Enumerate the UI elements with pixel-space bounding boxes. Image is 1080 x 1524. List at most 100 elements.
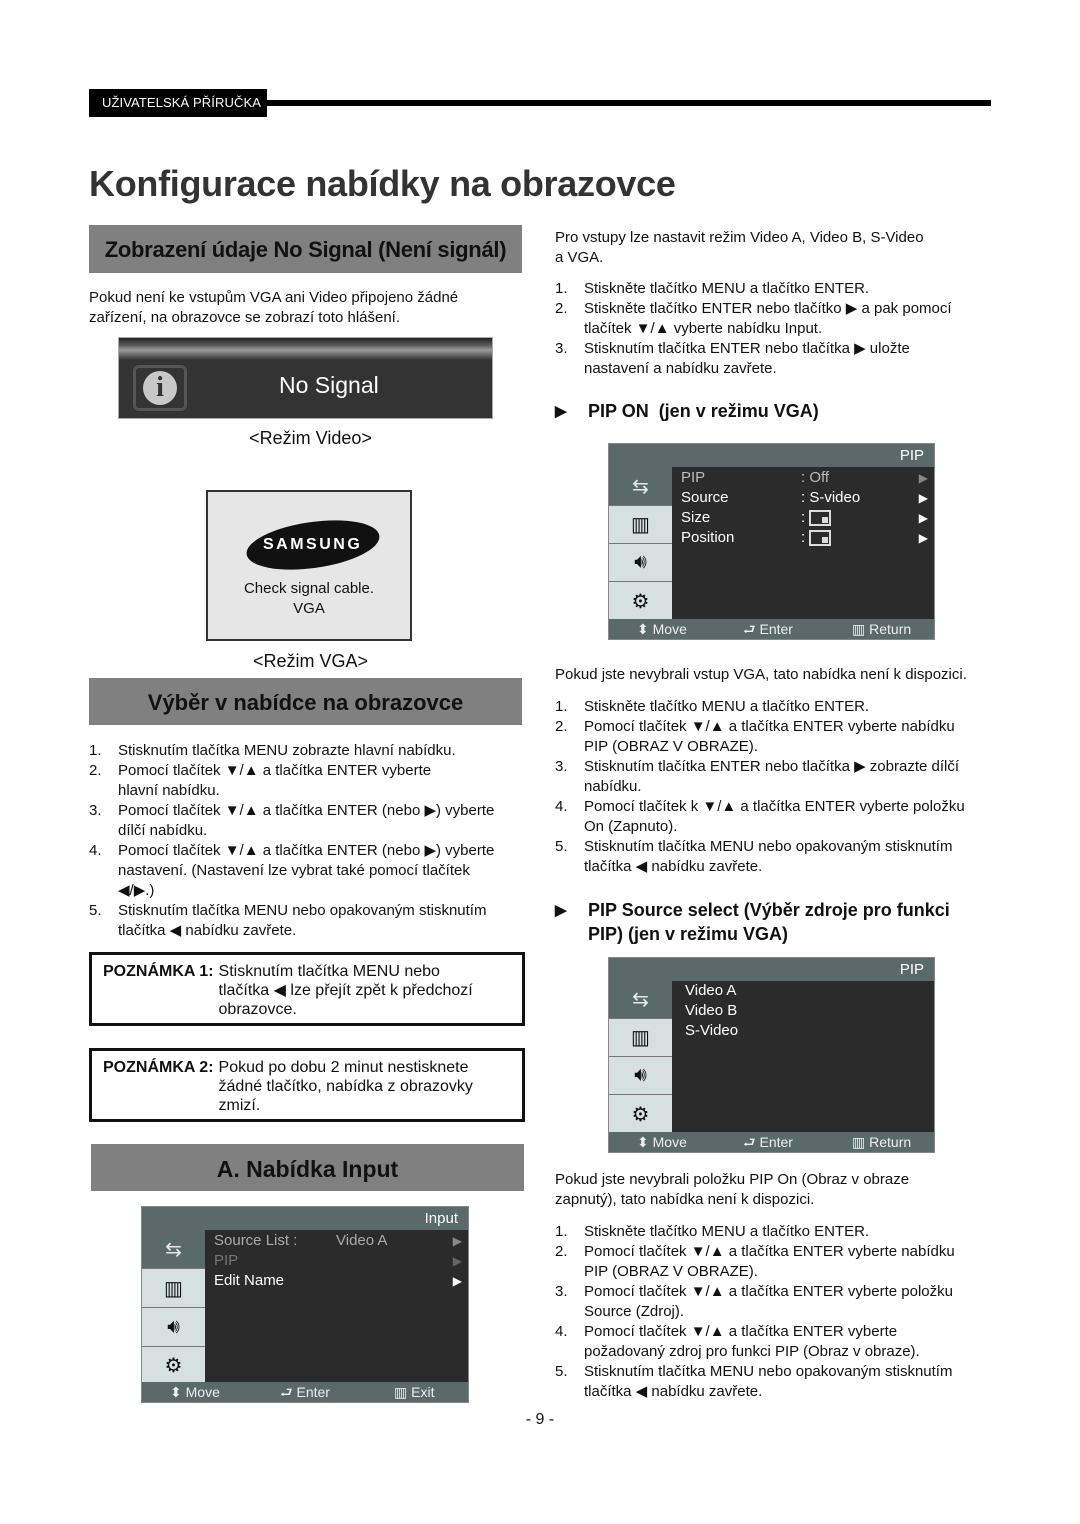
chevron-right-icon[interactable]: ▶ bbox=[919, 471, 928, 485]
note-line: tlačítka ◀ lze přejít zpět k předchozí bbox=[218, 982, 473, 999]
sound-icon[interactable]: 🔊︎ bbox=[609, 1057, 672, 1095]
pip-on-steps: 1. Stiskněte tlačítko MENU a tlačítko ENT… bbox=[555, 697, 995, 877]
step-text: ◀/▶.) bbox=[118, 882, 155, 899]
step-text: Stiskněte tlačítko MENU a tlačítko ENTER… bbox=[584, 280, 870, 297]
enter-hint: ⮐ Enter bbox=[743, 1134, 793, 1150]
menu-item-edit-name[interactable]: Edit Name bbox=[214, 1272, 284, 1289]
source-option-s-video[interactable]: S-Video bbox=[685, 1022, 738, 1039]
step-text: nastavení a nabídku zavřete. bbox=[584, 360, 777, 377]
no-signal-text: No Signal bbox=[279, 372, 379, 398]
screen-top-bevel bbox=[119, 338, 492, 360]
osd-pip-menu: PIP ⇆ ▥ 🔊︎ ⚙︎ PIP : Off ▶ Source : S-vid… bbox=[608, 443, 935, 640]
step-number: 2. bbox=[555, 718, 568, 735]
input-icon[interactable]: ⇆ bbox=[609, 981, 672, 1019]
step-text: Pomocí tlačítek ▼/▲ a tlačítka ENTER vyb… bbox=[584, 1323, 898, 1340]
pip-on-note: Pokud jste nevybrali vstup VGA, tato nab… bbox=[555, 666, 967, 683]
step-text: PIP (OBRAZ V OBRAZE). bbox=[584, 1263, 758, 1280]
osd-sidebar: ⇆ ▥ 🔊︎ ⚙︎ bbox=[609, 467, 672, 621]
pip-source-heading: ▶ PIP Source select (Výběr zdroje pro fu… bbox=[555, 900, 950, 944]
step-number: 2. bbox=[555, 1243, 568, 1260]
no-signal-vga-screen: SAMSUNG Check signal cable. VGA bbox=[206, 490, 412, 641]
intro-line: Pro vstupy lze nastavit režim Video A, V… bbox=[555, 229, 924, 246]
step-text: požadovaný zdroj pro funkci PIP (Obraz v… bbox=[584, 1343, 920, 1360]
size-preview-icon bbox=[809, 510, 832, 527]
step-text: Stisknutím tlačítka MENU nebo opakovaným… bbox=[118, 902, 487, 919]
list-item: 4. Pomocí tlačítek ▼/▲ a tlačítka ENTER v… bbox=[555, 1322, 995, 1362]
section-heading-osd: Výběr v nabídce na obrazovce bbox=[89, 678, 522, 725]
osd-pip-source-menu: PIP ⇆ ▥ 🔊︎ ⚙︎ Video A Video B S-Video ⬍ … bbox=[608, 957, 935, 1153]
samsung-logo: SAMSUNG bbox=[243, 512, 383, 578]
step-text: nastavení. (Nastavení lze vybrat také po… bbox=[118, 862, 470, 879]
note-line: zmizí. bbox=[218, 1097, 261, 1114]
source-option-video-b[interactable]: Video B bbox=[685, 1002, 737, 1019]
setup-icon[interactable]: ⚙︎ bbox=[609, 1095, 672, 1134]
menu-item-pip[interactable]: PIP bbox=[214, 1252, 238, 1269]
list-item: 3. Stisknutím tlačítka ENTER nebo tlačítk… bbox=[555, 757, 995, 797]
menu-item-position[interactable]: Position bbox=[681, 529, 734, 546]
step-text: Pomocí tlačítek k ▼/▲ a tlačítka ENTER v… bbox=[584, 798, 965, 815]
step-text: dílčí nabídku. bbox=[118, 822, 208, 839]
step-number: 2. bbox=[89, 762, 102, 779]
menu-item-source-list[interactable]: Source List : bbox=[214, 1232, 297, 1249]
step-number: 5. bbox=[555, 1363, 568, 1380]
note-label: POZNÁMKA 1: bbox=[103, 963, 214, 980]
step-number: 3. bbox=[555, 340, 568, 357]
list-item: 1. Stiskněte tlačítko MENU a tlačítko ENT… bbox=[555, 279, 995, 299]
step-number: 4. bbox=[555, 1323, 568, 1340]
menu-item-size[interactable]: Size bbox=[681, 509, 710, 526]
source-option-video-a[interactable]: Video A bbox=[685, 982, 736, 999]
step-text: Pomocí tlačítek ▼/▲ a tlačítka ENTER vyb… bbox=[584, 718, 955, 735]
picture-icon[interactable]: ▥ bbox=[609, 506, 672, 544]
list-item: 1. Stiskněte tlačítko MENU a tlačítko ENT… bbox=[555, 1222, 995, 1242]
video-mode-caption: <Režim Video> bbox=[249, 428, 372, 448]
note-line: obrazovce. bbox=[218, 1001, 297, 1018]
page-number: - 9 - bbox=[525, 1411, 555, 1428]
picture-icon[interactable]: ▥ bbox=[142, 1269, 205, 1308]
bullet-triangle-icon: ▶ bbox=[555, 902, 567, 919]
step-text: tlačítka ◀ nabídku zavřete. bbox=[118, 922, 297, 939]
list-item: 4. Pomocí tlačítek k ▼/▲ a tlačítka ENTER… bbox=[555, 797, 995, 837]
page-title: Konfigurace nabídky na obrazovce bbox=[89, 163, 676, 204]
input-intro: Pro vstupy lze nastavit režim Video A, V… bbox=[555, 228, 924, 268]
osd-steps: 1. Stisknutím tlačítka MENU zobrazte hlav… bbox=[89, 741, 529, 941]
menu-item-pip[interactable]: PIP bbox=[681, 469, 705, 486]
step-text: Pomocí tlačítek ▼/▲ a tlačítka ENTER vyb… bbox=[118, 762, 432, 779]
chevron-right-icon[interactable]: ▶ bbox=[919, 491, 928, 505]
intro-line: zařízení, na obrazovce se zobrazí toto h… bbox=[89, 309, 401, 326]
chevron-right-icon[interactable]: ▶ bbox=[919, 531, 928, 545]
chevron-right-icon[interactable]: ▶ bbox=[453, 1254, 462, 1268]
osd-sidebar: ⇆ ▥ 🔊︎ ⚙︎ bbox=[142, 1230, 205, 1384]
position-preview-icon bbox=[809, 530, 832, 547]
osd-footer: ⬍ Move ⮐ Enter ▥ Exit bbox=[142, 1382, 468, 1402]
osd-input-menu: Input ⇆ ▥ 🔊︎ ⚙︎ Source List : Video A ▶ … bbox=[141, 1206, 469, 1403]
setup-icon[interactable]: ⚙︎ bbox=[142, 1347, 205, 1384]
sound-icon[interactable]: 🔊︎ bbox=[142, 1308, 205, 1347]
chevron-right-icon[interactable]: ▶ bbox=[453, 1234, 462, 1248]
chevron-right-icon[interactable]: ▶ bbox=[919, 511, 928, 525]
step-text: Pomocí tlačítek ▼/▲ a tlačítka ENTER vyb… bbox=[584, 1283, 953, 1300]
setup-icon[interactable]: ⚙︎ bbox=[609, 582, 672, 621]
step-number: 1. bbox=[89, 742, 102, 759]
step-text: Pomocí tlačítek ▼/▲ a tlačítka ENTER (ne… bbox=[118, 842, 495, 859]
chevron-right-icon[interactable]: ▶ bbox=[453, 1274, 462, 1288]
picture-icon[interactable]: ▥ bbox=[609, 1019, 672, 1057]
pip-value: : Off bbox=[801, 469, 830, 486]
step-number: 1. bbox=[555, 698, 568, 715]
step-text: Stisknutím tlačítka MENU nebo opakovaným… bbox=[584, 838, 953, 855]
note-label: POZNÁMKA 2: bbox=[103, 1059, 214, 1076]
step-text: Stisknutím tlačítka MENU zobrazte hlavní… bbox=[118, 742, 456, 759]
step-number: 1. bbox=[555, 1223, 568, 1240]
list-item: 2. Pomocí tlačítek ▼/▲ a tlačítka ENTER v… bbox=[555, 717, 995, 757]
input-icon[interactable]: ⇆ bbox=[142, 1230, 205, 1269]
step-text: Stiskněte tlačítko ENTER nebo tlačítko ▶… bbox=[584, 300, 952, 317]
position-value: : bbox=[801, 529, 832, 547]
vga-mode-caption: <Režim VGA> bbox=[252, 651, 369, 671]
step-text: PIP (OBRAZ V OBRAZE). bbox=[584, 738, 758, 755]
list-item: 5. Stisknutím tlačítka MENU nebo opakovan… bbox=[555, 837, 995, 877]
menu-item-source[interactable]: Source bbox=[681, 489, 729, 506]
note-1: POZNÁMKA 1: Stisknutím tlačítka MENU neb… bbox=[89, 952, 525, 1026]
step-number: 2. bbox=[555, 300, 568, 317]
input-icon[interactable]: ⇆ bbox=[609, 467, 672, 506]
step-number: 5. bbox=[89, 902, 102, 919]
sound-icon[interactable]: 🔊︎ bbox=[609, 544, 672, 582]
